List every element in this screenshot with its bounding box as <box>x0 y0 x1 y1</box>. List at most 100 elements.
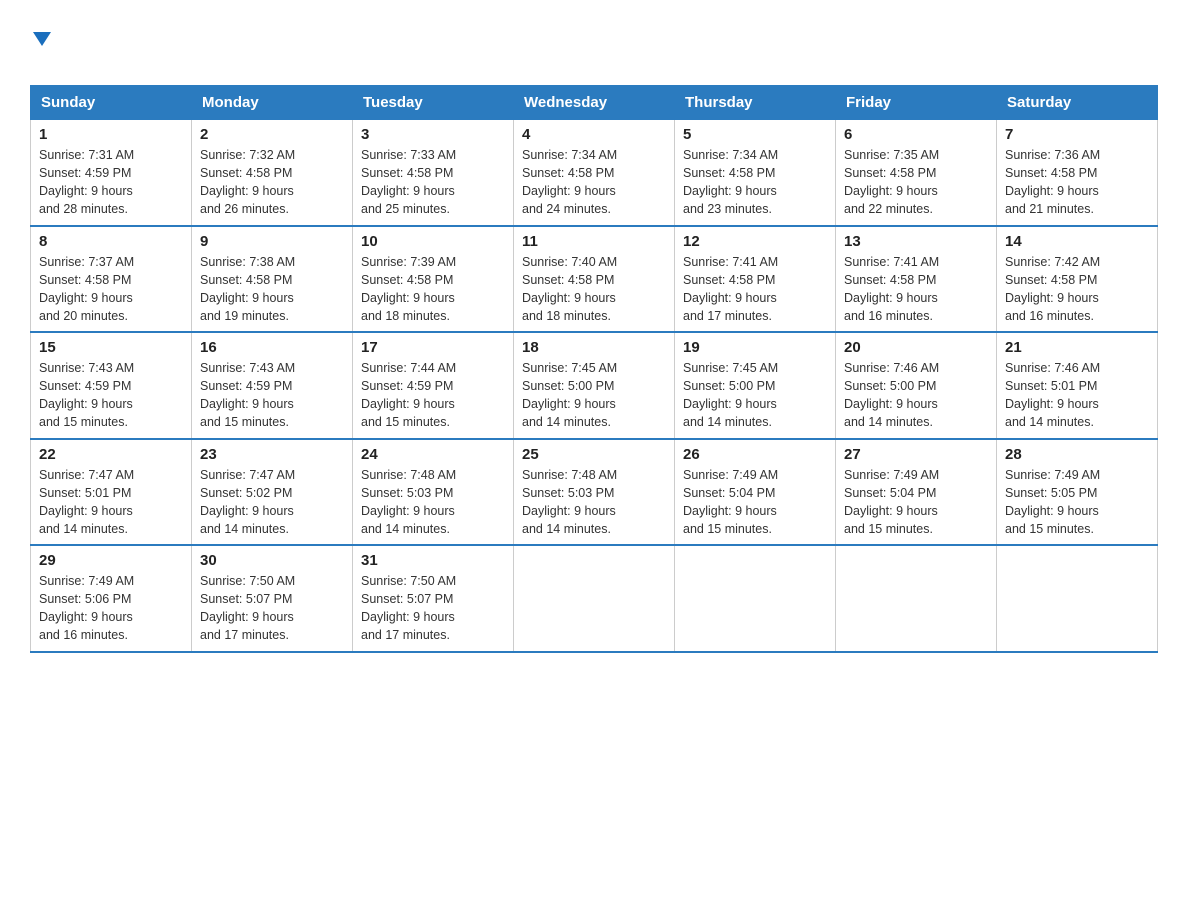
day-number: 15 <box>39 339 183 356</box>
calendar-week-row: 15 Sunrise: 7:43 AM Sunset: 4:59 PM Dayl… <box>31 332 1158 439</box>
calendar-cell: 2 Sunrise: 7:32 AM Sunset: 4:58 PM Dayli… <box>192 120 353 226</box>
col-header-monday: Monday <box>192 86 353 120</box>
day-number: 23 <box>200 446 344 463</box>
day-number: 17 <box>361 339 505 356</box>
calendar-cell: 16 Sunrise: 7:43 AM Sunset: 4:59 PM Dayl… <box>192 332 353 439</box>
day-info: Sunrise: 7:39 AM Sunset: 4:58 PM Dayligh… <box>361 253 505 326</box>
day-info: Sunrise: 7:48 AM Sunset: 5:03 PM Dayligh… <box>361 466 505 539</box>
day-info: Sunrise: 7:44 AM Sunset: 4:59 PM Dayligh… <box>361 359 505 432</box>
day-info: Sunrise: 7:41 AM Sunset: 4:58 PM Dayligh… <box>683 253 827 326</box>
day-number: 14 <box>1005 233 1149 250</box>
day-number: 25 <box>522 446 666 463</box>
col-header-wednesday: Wednesday <box>514 86 675 120</box>
day-info: Sunrise: 7:49 AM Sunset: 5:04 PM Dayligh… <box>683 466 827 539</box>
col-header-saturday: Saturday <box>997 86 1158 120</box>
day-number: 11 <box>522 233 666 250</box>
day-info: Sunrise: 7:46 AM Sunset: 5:01 PM Dayligh… <box>1005 359 1149 432</box>
day-info: Sunrise: 7:38 AM Sunset: 4:58 PM Dayligh… <box>200 253 344 326</box>
day-info: Sunrise: 7:42 AM Sunset: 4:58 PM Dayligh… <box>1005 253 1149 326</box>
day-info: Sunrise: 7:35 AM Sunset: 4:58 PM Dayligh… <box>844 146 988 219</box>
calendar-cell: 21 Sunrise: 7:46 AM Sunset: 5:01 PM Dayl… <box>997 332 1158 439</box>
day-number: 4 <box>522 126 666 143</box>
col-header-sunday: Sunday <box>31 86 192 120</box>
calendar-cell: 28 Sunrise: 7:49 AM Sunset: 5:05 PM Dayl… <box>997 439 1158 546</box>
calendar-cell: 30 Sunrise: 7:50 AM Sunset: 5:07 PM Dayl… <box>192 545 353 652</box>
calendar-cell: 29 Sunrise: 7:49 AM Sunset: 5:06 PM Dayl… <box>31 545 192 652</box>
day-number: 30 <box>200 552 344 569</box>
logo <box>30 30 51 75</box>
calendar-cell: 26 Sunrise: 7:49 AM Sunset: 5:04 PM Dayl… <box>675 439 836 546</box>
col-header-tuesday: Tuesday <box>353 86 514 120</box>
calendar-cell: 15 Sunrise: 7:43 AM Sunset: 4:59 PM Dayl… <box>31 332 192 439</box>
day-number: 18 <box>522 339 666 356</box>
calendar-cell: 12 Sunrise: 7:41 AM Sunset: 4:58 PM Dayl… <box>675 226 836 333</box>
day-number: 5 <box>683 126 827 143</box>
day-number: 7 <box>1005 126 1149 143</box>
calendar-week-row: 8 Sunrise: 7:37 AM Sunset: 4:58 PM Dayli… <box>31 226 1158 333</box>
day-number: 24 <box>361 446 505 463</box>
calendar-cell <box>675 545 836 652</box>
calendar-cell: 3 Sunrise: 7:33 AM Sunset: 4:58 PM Dayli… <box>353 120 514 226</box>
day-info: Sunrise: 7:49 AM Sunset: 5:06 PM Dayligh… <box>39 572 183 645</box>
day-number: 29 <box>39 552 183 569</box>
calendar-cell: 10 Sunrise: 7:39 AM Sunset: 4:58 PM Dayl… <box>353 226 514 333</box>
col-header-thursday: Thursday <box>675 86 836 120</box>
day-number: 10 <box>361 233 505 250</box>
page-header <box>30 20 1158 75</box>
logo-triangle-icon <box>33 32 51 46</box>
day-info: Sunrise: 7:31 AM Sunset: 4:59 PM Dayligh… <box>39 146 183 219</box>
calendar-cell: 18 Sunrise: 7:45 AM Sunset: 5:00 PM Dayl… <box>514 332 675 439</box>
day-info: Sunrise: 7:41 AM Sunset: 4:58 PM Dayligh… <box>844 253 988 326</box>
calendar-week-row: 22 Sunrise: 7:47 AM Sunset: 5:01 PM Dayl… <box>31 439 1158 546</box>
calendar-cell: 7 Sunrise: 7:36 AM Sunset: 4:58 PM Dayli… <box>997 120 1158 226</box>
day-info: Sunrise: 7:50 AM Sunset: 5:07 PM Dayligh… <box>200 572 344 645</box>
calendar-week-row: 29 Sunrise: 7:49 AM Sunset: 5:06 PM Dayl… <box>31 545 1158 652</box>
calendar-cell: 22 Sunrise: 7:47 AM Sunset: 5:01 PM Dayl… <box>31 439 192 546</box>
col-header-friday: Friday <box>836 86 997 120</box>
day-info: Sunrise: 7:45 AM Sunset: 5:00 PM Dayligh… <box>683 359 827 432</box>
calendar-cell: 20 Sunrise: 7:46 AM Sunset: 5:00 PM Dayl… <box>836 332 997 439</box>
day-number: 3 <box>361 126 505 143</box>
calendar-cell: 19 Sunrise: 7:45 AM Sunset: 5:00 PM Dayl… <box>675 332 836 439</box>
calendar-cell: 24 Sunrise: 7:48 AM Sunset: 5:03 PM Dayl… <box>353 439 514 546</box>
day-number: 27 <box>844 446 988 463</box>
day-number: 13 <box>844 233 988 250</box>
day-number: 26 <box>683 446 827 463</box>
day-info: Sunrise: 7:33 AM Sunset: 4:58 PM Dayligh… <box>361 146 505 219</box>
calendar-cell: 17 Sunrise: 7:44 AM Sunset: 4:59 PM Dayl… <box>353 332 514 439</box>
calendar-cell: 27 Sunrise: 7:49 AM Sunset: 5:04 PM Dayl… <box>836 439 997 546</box>
day-number: 20 <box>844 339 988 356</box>
day-info: Sunrise: 7:34 AM Sunset: 4:58 PM Dayligh… <box>522 146 666 219</box>
calendar-cell: 4 Sunrise: 7:34 AM Sunset: 4:58 PM Dayli… <box>514 120 675 226</box>
day-number: 22 <box>39 446 183 463</box>
day-info: Sunrise: 7:47 AM Sunset: 5:02 PM Dayligh… <box>200 466 344 539</box>
day-info: Sunrise: 7:50 AM Sunset: 5:07 PM Dayligh… <box>361 572 505 645</box>
calendar-cell: 9 Sunrise: 7:38 AM Sunset: 4:58 PM Dayli… <box>192 226 353 333</box>
calendar-table: SundayMondayTuesdayWednesdayThursdayFrid… <box>30 85 1158 653</box>
day-info: Sunrise: 7:36 AM Sunset: 4:58 PM Dayligh… <box>1005 146 1149 219</box>
calendar-cell <box>836 545 997 652</box>
calendar-week-row: 1 Sunrise: 7:31 AM Sunset: 4:59 PM Dayli… <box>31 120 1158 226</box>
calendar-cell: 14 Sunrise: 7:42 AM Sunset: 4:58 PM Dayl… <box>997 226 1158 333</box>
day-info: Sunrise: 7:46 AM Sunset: 5:00 PM Dayligh… <box>844 359 988 432</box>
day-info: Sunrise: 7:48 AM Sunset: 5:03 PM Dayligh… <box>522 466 666 539</box>
day-info: Sunrise: 7:45 AM Sunset: 5:00 PM Dayligh… <box>522 359 666 432</box>
day-info: Sunrise: 7:43 AM Sunset: 4:59 PM Dayligh… <box>200 359 344 432</box>
calendar-cell: 1 Sunrise: 7:31 AM Sunset: 4:59 PM Dayli… <box>31 120 192 226</box>
calendar-cell: 11 Sunrise: 7:40 AM Sunset: 4:58 PM Dayl… <box>514 226 675 333</box>
day-info: Sunrise: 7:49 AM Sunset: 5:05 PM Dayligh… <box>1005 466 1149 539</box>
calendar-cell: 31 Sunrise: 7:50 AM Sunset: 5:07 PM Dayl… <box>353 545 514 652</box>
calendar-cell: 13 Sunrise: 7:41 AM Sunset: 4:58 PM Dayl… <box>836 226 997 333</box>
day-info: Sunrise: 7:37 AM Sunset: 4:58 PM Dayligh… <box>39 253 183 326</box>
calendar-cell: 6 Sunrise: 7:35 AM Sunset: 4:58 PM Dayli… <box>836 120 997 226</box>
day-info: Sunrise: 7:34 AM Sunset: 4:58 PM Dayligh… <box>683 146 827 219</box>
calendar-cell: 25 Sunrise: 7:48 AM Sunset: 5:03 PM Dayl… <box>514 439 675 546</box>
day-info: Sunrise: 7:43 AM Sunset: 4:59 PM Dayligh… <box>39 359 183 432</box>
day-number: 6 <box>844 126 988 143</box>
calendar-header-row: SundayMondayTuesdayWednesdayThursdayFrid… <box>31 86 1158 120</box>
day-number: 12 <box>683 233 827 250</box>
calendar-cell: 8 Sunrise: 7:37 AM Sunset: 4:58 PM Dayli… <box>31 226 192 333</box>
day-number: 19 <box>683 339 827 356</box>
day-number: 31 <box>361 552 505 569</box>
day-number: 21 <box>1005 339 1149 356</box>
